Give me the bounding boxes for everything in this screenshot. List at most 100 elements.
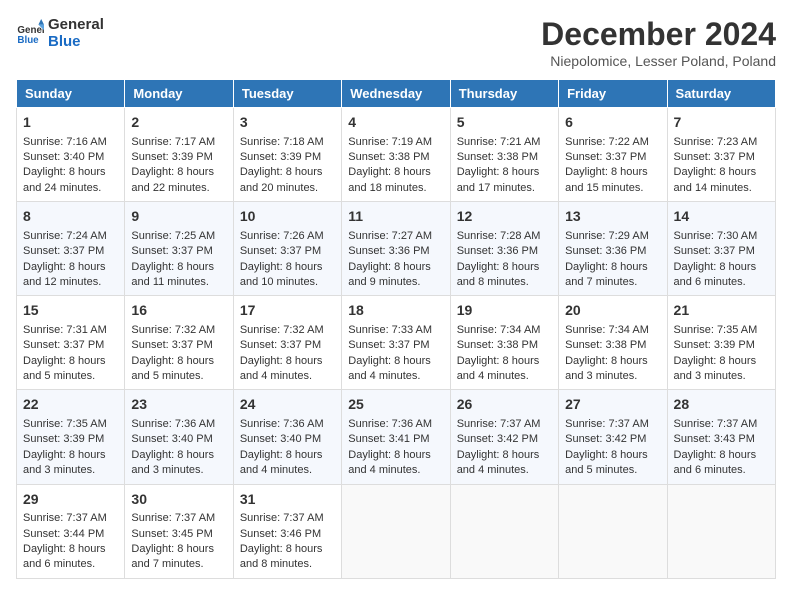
cell-line: Sunset: 3:42 PM [457, 432, 552, 447]
cell-line: Sunrise: 7:33 AM [348, 323, 443, 338]
day-number: 23 [131, 395, 226, 415]
cell-line: and 4 minutes. [457, 463, 552, 478]
cell-line: and 3 minutes. [674, 369, 769, 384]
cell-line: and 18 minutes. [348, 181, 443, 196]
cell-line: Sunrise: 7:37 AM [674, 417, 769, 432]
cell-line: and 15 minutes. [565, 181, 660, 196]
cell-line: Sunrise: 7:22 AM [565, 135, 660, 150]
cal-cell: 24Sunrise: 7:36 AMSunset: 3:40 PMDayligh… [233, 390, 341, 484]
cell-line: Sunset: 3:39 PM [240, 150, 335, 165]
day-number: 30 [131, 490, 226, 510]
cal-cell [559, 484, 667, 578]
day-number: 11 [348, 207, 443, 227]
cell-line: Sunset: 3:40 PM [240, 432, 335, 447]
cal-cell: 29Sunrise: 7:37 AMSunset: 3:44 PMDayligh… [17, 484, 125, 578]
cell-line: Sunrise: 7:36 AM [348, 417, 443, 432]
cell-line: Sunrise: 7:17 AM [131, 135, 226, 150]
cell-line: Sunset: 3:45 PM [131, 527, 226, 542]
day-number: 31 [240, 490, 335, 510]
day-number: 21 [674, 301, 769, 321]
cell-line: Daylight: 8 hours [457, 260, 552, 275]
cal-cell: 26Sunrise: 7:37 AMSunset: 3:42 PMDayligh… [450, 390, 558, 484]
calendar-subtitle: Niepolomice, Lesser Poland, Poland [541, 53, 776, 69]
cell-line: Daylight: 8 hours [23, 165, 118, 180]
cell-line: and 5 minutes. [131, 369, 226, 384]
cell-line: and 4 minutes. [240, 463, 335, 478]
cell-line: Daylight: 8 hours [348, 165, 443, 180]
cal-cell: 20Sunrise: 7:34 AMSunset: 3:38 PMDayligh… [559, 296, 667, 390]
day-number: 22 [23, 395, 118, 415]
cell-line: and 8 minutes. [457, 275, 552, 290]
cell-line: Sunset: 3:37 PM [674, 150, 769, 165]
cell-line: Daylight: 8 hours [674, 260, 769, 275]
week-row-2: 8Sunrise: 7:24 AMSunset: 3:37 PMDaylight… [17, 202, 776, 296]
cal-cell: 1Sunrise: 7:16 AMSunset: 3:40 PMDaylight… [17, 108, 125, 202]
cell-line: and 6 minutes. [23, 557, 118, 572]
cell-line: Sunset: 3:37 PM [348, 338, 443, 353]
cell-line: Sunrise: 7:36 AM [240, 417, 335, 432]
cell-line: Daylight: 8 hours [565, 165, 660, 180]
cal-cell: 27Sunrise: 7:37 AMSunset: 3:42 PMDayligh… [559, 390, 667, 484]
cell-line: Sunset: 3:44 PM [23, 527, 118, 542]
header-friday: Friday [559, 80, 667, 108]
day-number: 1 [23, 113, 118, 133]
cell-line: Sunset: 3:46 PM [240, 527, 335, 542]
cell-line: Daylight: 8 hours [565, 448, 660, 463]
cell-line: Daylight: 8 hours [457, 165, 552, 180]
week-row-5: 29Sunrise: 7:37 AMSunset: 3:44 PMDayligh… [17, 484, 776, 578]
header-sunday: Sunday [17, 80, 125, 108]
calendar-title: December 2024 [541, 16, 776, 53]
logo-icon: General Blue [16, 19, 44, 47]
day-number: 10 [240, 207, 335, 227]
cell-line: and 3 minutes. [131, 463, 226, 478]
logo: General Blue General Blue [16, 16, 104, 50]
cell-line: Sunset: 3:36 PM [565, 244, 660, 259]
cal-cell: 11Sunrise: 7:27 AMSunset: 3:36 PMDayligh… [342, 202, 450, 296]
cell-line: Sunset: 3:37 PM [240, 244, 335, 259]
day-number: 3 [240, 113, 335, 133]
cal-cell: 9Sunrise: 7:25 AMSunset: 3:37 PMDaylight… [125, 202, 233, 296]
cell-line: Daylight: 8 hours [457, 448, 552, 463]
day-number: 27 [565, 395, 660, 415]
cell-line: Sunrise: 7:37 AM [240, 511, 335, 526]
day-number: 8 [23, 207, 118, 227]
cal-cell: 17Sunrise: 7:32 AMSunset: 3:37 PMDayligh… [233, 296, 341, 390]
cal-cell: 19Sunrise: 7:34 AMSunset: 3:38 PMDayligh… [450, 296, 558, 390]
cell-line: Daylight: 8 hours [131, 165, 226, 180]
cell-line: Sunset: 3:42 PM [565, 432, 660, 447]
cell-line: Sunrise: 7:26 AM [240, 229, 335, 244]
cell-line: Sunrise: 7:21 AM [457, 135, 552, 150]
page-header: General Blue General Blue December 2024 … [16, 16, 776, 69]
cell-line: Daylight: 8 hours [565, 354, 660, 369]
cell-line: Daylight: 8 hours [23, 448, 118, 463]
cal-cell: 5Sunrise: 7:21 AMSunset: 3:38 PMDaylight… [450, 108, 558, 202]
cell-line: Daylight: 8 hours [348, 260, 443, 275]
title-area: December 2024 Niepolomice, Lesser Poland… [541, 16, 776, 69]
cell-line: Daylight: 8 hours [565, 260, 660, 275]
cell-line: Sunset: 3:38 PM [457, 338, 552, 353]
header-saturday: Saturday [667, 80, 775, 108]
cell-line: Daylight: 8 hours [457, 354, 552, 369]
cell-line: Daylight: 8 hours [240, 354, 335, 369]
cell-line: and 9 minutes. [348, 275, 443, 290]
header-thursday: Thursday [450, 80, 558, 108]
cell-line: Sunset: 3:38 PM [565, 338, 660, 353]
day-number: 4 [348, 113, 443, 133]
cal-cell: 15Sunrise: 7:31 AMSunset: 3:37 PMDayligh… [17, 296, 125, 390]
cell-line: Sunrise: 7:37 AM [23, 511, 118, 526]
day-number: 7 [674, 113, 769, 133]
day-number: 29 [23, 490, 118, 510]
day-number: 6 [565, 113, 660, 133]
day-number: 20 [565, 301, 660, 321]
cell-line: Sunset: 3:37 PM [240, 338, 335, 353]
cell-line: and 6 minutes. [674, 463, 769, 478]
cell-line: Sunset: 3:41 PM [348, 432, 443, 447]
cell-line: Daylight: 8 hours [674, 448, 769, 463]
cell-line: Sunrise: 7:23 AM [674, 135, 769, 150]
cal-cell: 3Sunrise: 7:18 AMSunset: 3:39 PMDaylight… [233, 108, 341, 202]
cell-line: Daylight: 8 hours [23, 260, 118, 275]
day-number: 14 [674, 207, 769, 227]
day-number: 16 [131, 301, 226, 321]
cell-line: Sunrise: 7:18 AM [240, 135, 335, 150]
day-number: 5 [457, 113, 552, 133]
